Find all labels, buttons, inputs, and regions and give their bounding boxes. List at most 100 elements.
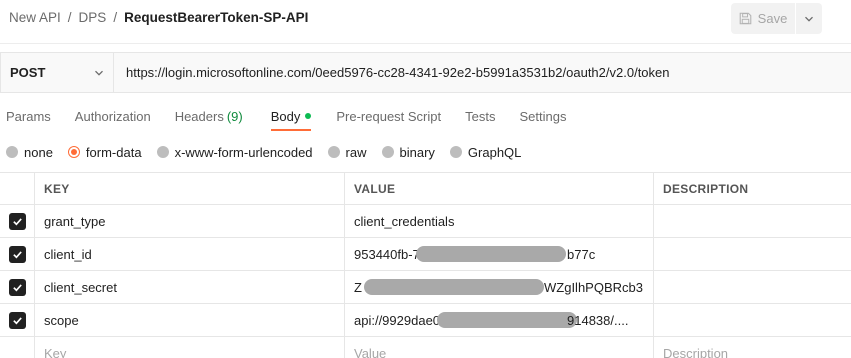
redaction-mark — [364, 279, 544, 295]
radio-button[interactable] — [327, 146, 340, 158]
radio-button[interactable] — [449, 146, 462, 158]
breadcrumb-folder[interactable]: DPS — [79, 10, 107, 25]
value-text: client_credentials — [354, 213, 455, 229]
body-type-urlencoded[interactable]: x-www-form-urlencoded — [156, 144, 313, 160]
radio-button[interactable] — [6, 146, 18, 158]
value-text-start: api://9929dae0 — [354, 312, 441, 328]
tab-label: Settings — [519, 108, 567, 124]
key-input[interactable]: scope — [35, 304, 345, 336]
value-text-end: WZgIlhPQBRcb3 — [544, 279, 643, 295]
body-type-none[interactable]: none — [6, 145, 53, 160]
radio-label: binary — [399, 144, 435, 160]
value-input[interactable]: 953440fb-79 b77c — [345, 238, 654, 270]
row-checkbox-cell — [0, 205, 35, 237]
save-button[interactable]: Save — [731, 3, 795, 34]
radio-button-selected[interactable] — [67, 146, 80, 158]
checkmark-icon — [12, 217, 22, 225]
body-type-raw[interactable]: raw — [327, 144, 367, 160]
description-input[interactable] — [654, 271, 851, 303]
chevron-down-icon — [95, 70, 103, 76]
chevron-down-icon — [805, 16, 813, 22]
description-input[interactable] — [654, 205, 851, 237]
key-input[interactable]: client_id — [35, 238, 345, 270]
tab-pre-request-script[interactable]: Pre-request Script — [336, 101, 441, 131]
value-text-end: b77c — [567, 246, 596, 262]
new-description-input[interactable]: Description — [654, 337, 851, 358]
value-input[interactable]: api://9929dae0 914838/.... — [345, 304, 654, 336]
request-tabs: Params Authorization Headers (9) Body Pr… — [0, 101, 566, 131]
value-text-start: Z — [354, 279, 362, 295]
checkmark-icon — [12, 283, 22, 291]
row-checkbox[interactable] — [8, 245, 26, 263]
save-button-label: Save — [757, 11, 788, 26]
table-row: scope api://9929dae0 914838/.... — [0, 304, 851, 337]
tab-tests[interactable]: Tests — [465, 101, 495, 131]
radio-button[interactable] — [156, 146, 169, 158]
tab-label: Pre-request Script — [336, 108, 442, 124]
header-divider — [0, 43, 851, 44]
form-data-table: KEY VALUE DESCRIPTION grant_type client_… — [0, 172, 851, 358]
value-text-end: 914838/.... — [567, 312, 629, 328]
radio-label: GraphQL — [467, 144, 522, 160]
table-row: client_id 953440fb-79 b77c — [0, 238, 851, 271]
request-name[interactable]: RequestBearerToken-SP-API — [124, 10, 308, 25]
row-checkbox-cell — [0, 304, 35, 336]
radio-label: none — [24, 144, 53, 160]
active-tab-indicator — [270, 129, 312, 131]
url-bar: POST https://login.microsoftonline.com/0… — [0, 52, 851, 93]
tab-label: Authorization — [74, 108, 151, 124]
description-input[interactable] — [654, 238, 851, 270]
row-checkbox[interactable] — [8, 278, 26, 296]
header-checkbox-cell — [0, 173, 35, 204]
column-header-key: KEY — [35, 173, 345, 204]
body-modified-dot-icon — [305, 113, 312, 119]
breadcrumb-separator: / — [67, 10, 72, 25]
breadcrumb-separator: / — [113, 10, 118, 25]
tab-authorization[interactable]: Authorization — [75, 101, 151, 131]
tab-label: Body — [270, 108, 301, 124]
description-input[interactable] — [654, 304, 851, 336]
redaction-mark — [437, 312, 577, 328]
row-checkbox-cell — [0, 337, 35, 358]
row-checkbox[interactable] — [8, 311, 26, 329]
tab-label: Params — [6, 108, 51, 124]
column-header-description: DESCRIPTION — [663, 181, 749, 196]
table-header-row: KEY VALUE DESCRIPTION — [0, 172, 851, 205]
save-dropdown-button[interactable] — [796, 3, 822, 34]
breadcrumb-collection[interactable]: New API — [9, 10, 61, 25]
radio-label: raw — [345, 144, 367, 160]
radio-button[interactable] — [381, 146, 394, 158]
tab-label: Headers — [174, 108, 224, 124]
tab-label: Tests — [465, 108, 496, 124]
key-input[interactable]: grant_type — [35, 205, 345, 237]
checkmark-icon — [12, 250, 22, 258]
value-input[interactable]: Z WZgIlhPQBRcb3 — [345, 271, 654, 303]
body-type-graphql[interactable]: GraphQL — [449, 144, 522, 160]
tab-body[interactable]: Body — [270, 101, 312, 131]
headers-count-badge: (9) — [226, 108, 243, 124]
tab-params[interactable]: Params — [6, 101, 51, 131]
key-input[interactable]: client_secret — [35, 271, 345, 303]
row-checkbox[interactable] — [8, 212, 26, 230]
body-type-binary[interactable]: binary — [381, 144, 435, 160]
table-row-new: Key Value Description — [0, 337, 851, 358]
save-group: Save — [731, 3, 822, 34]
table-row: grant_type client_credentials — [0, 205, 851, 238]
value-input[interactable]: client_credentials — [345, 205, 654, 237]
radio-label: x-www-form-urlencoded — [174, 144, 313, 160]
breadcrumb: New API / DPS / RequestBearerToken-SP-AP… — [9, 10, 308, 25]
tab-settings[interactable]: Settings — [519, 101, 566, 131]
row-checkbox-cell — [0, 238, 35, 270]
method-select[interactable]: POST — [1, 53, 114, 92]
tab-headers[interactable]: Headers (9) — [175, 101, 243, 131]
new-value-input[interactable]: Value — [345, 337, 654, 358]
new-key-input[interactable]: Key — [35, 337, 345, 358]
request-header: New API / DPS / RequestBearerToken-SP-AP… — [0, 0, 851, 44]
method-label: POST — [10, 65, 46, 80]
url-input[interactable]: https://login.microsoftonline.com/0eed59… — [114, 53, 851, 92]
save-icon — [739, 12, 751, 25]
column-header-value: VALUE — [345, 173, 654, 204]
redaction-mark — [416, 246, 566, 262]
row-checkbox-cell — [0, 271, 35, 303]
body-type-form-data[interactable]: form-data — [67, 145, 142, 160]
